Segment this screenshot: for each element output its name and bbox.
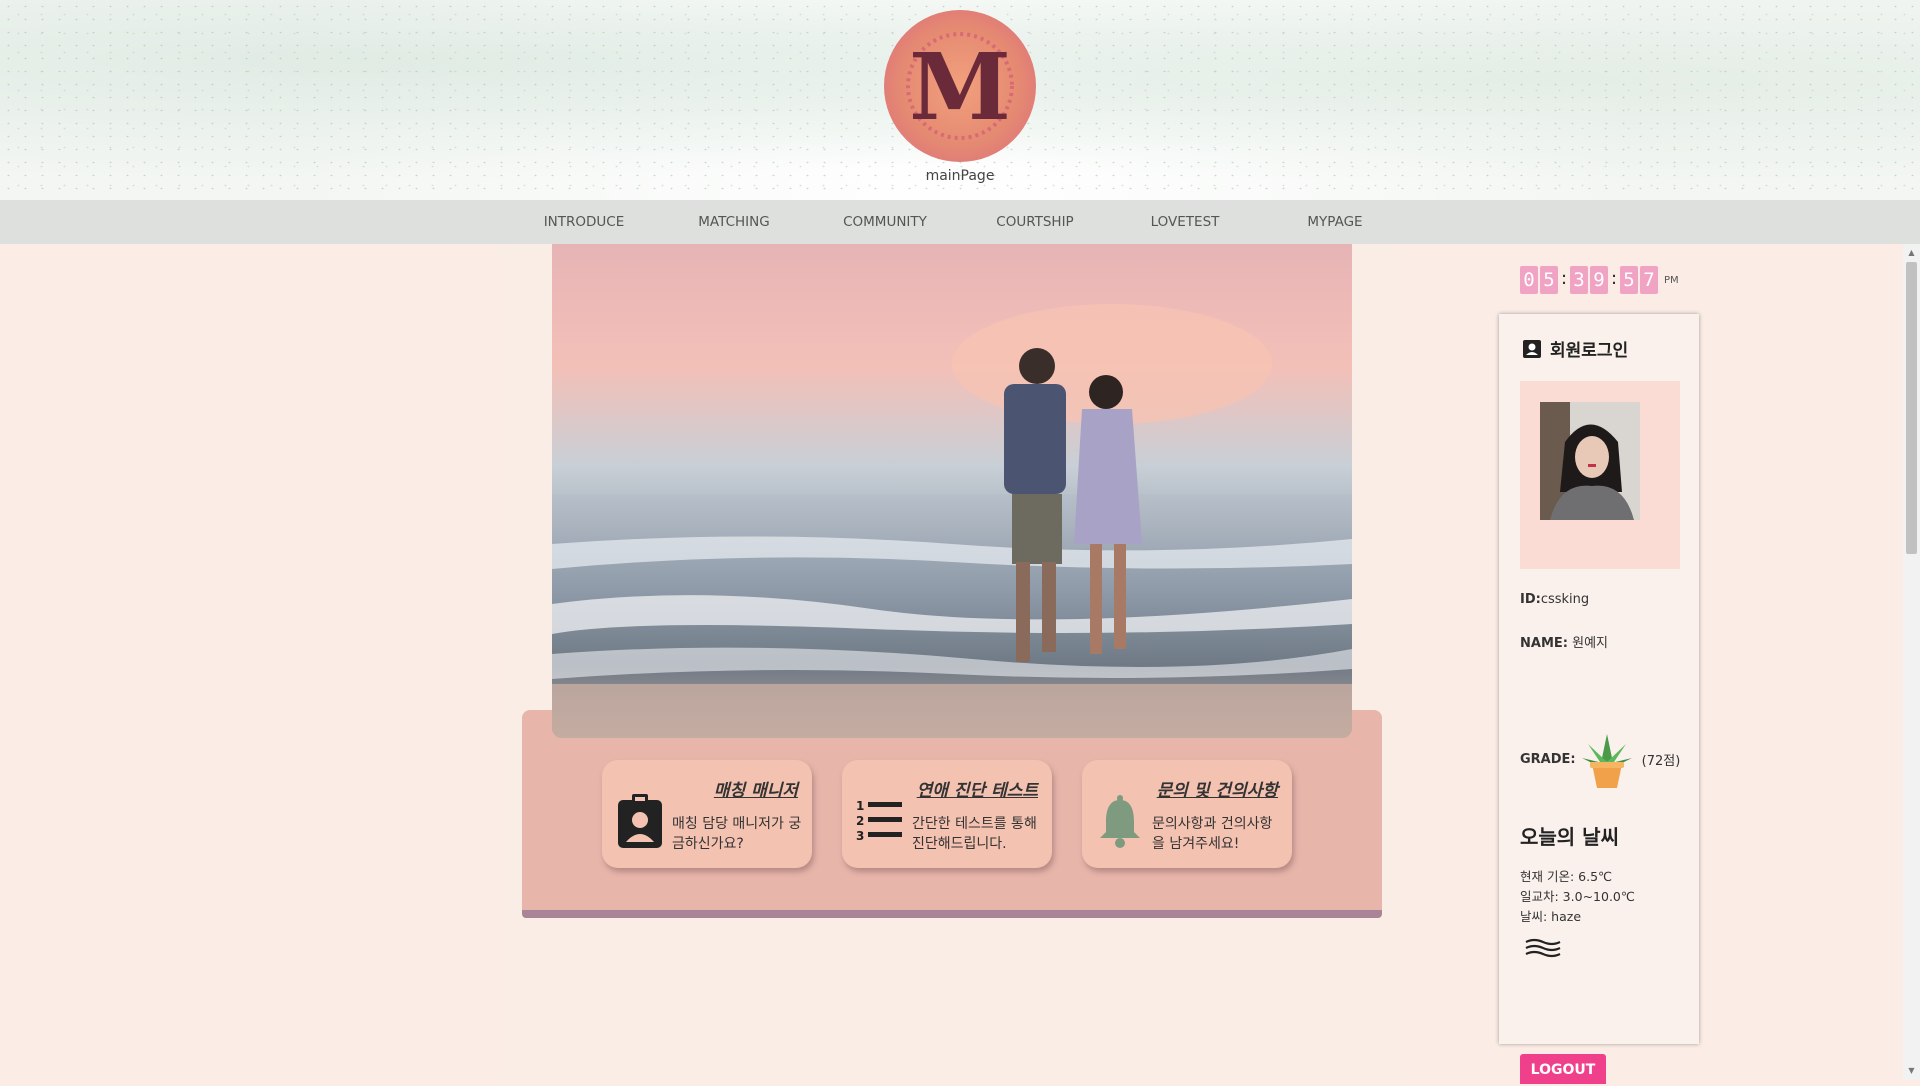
love-test-card[interactable]: 연애 진단 테스트 1 2 3 간단한 테스트를 통해 진단해드립니다. <box>842 760 1052 868</box>
user-name-label: NAME: <box>1520 636 1568 651</box>
numbered-list-icon: 1 2 3 <box>856 799 902 843</box>
clock-separator: : <box>1560 268 1568 289</box>
nav-item-mypage[interactable]: MYPAGE <box>1275 214 1395 230</box>
plant-grade-icon <box>1581 734 1632 788</box>
user-grade: GRADE: (72점) <box>1520 728 1680 790</box>
user-id-value: cssking <box>1540 592 1590 607</box>
scroll-up-arrow-icon[interactable]: ▲ <box>1906 246 1917 260</box>
nav-item-introduce[interactable]: INTRODUCE <box>524 214 644 230</box>
haze-icon <box>1525 938 1561 958</box>
clock-digit: 3 <box>1570 266 1588 294</box>
svg-text:1: 1 <box>856 799 864 813</box>
clock-digit: 0 <box>1520 266 1538 294</box>
digital-clock: 0 5 : 3 9 : 5 7 PM <box>1520 266 1679 294</box>
clock-separator: : <box>1610 268 1618 289</box>
clock-ampm: PM <box>1664 275 1679 286</box>
logo-letter-icon: M <box>906 32 1014 141</box>
user-id: ID:cssking <box>1520 592 1589 607</box>
inquiry-card[interactable]: 문의 및 건의사항 문의사항과 건의사항을 남겨주세요! <box>1082 760 1292 868</box>
svg-text:3: 3 <box>856 829 864 843</box>
card-description: 문의사항과 건의사항을 남겨주세요! <box>1152 816 1273 852</box>
avatar <box>1540 402 1640 520</box>
logo-letter: M <box>909 33 1011 141</box>
manager-badge-icon <box>618 794 662 848</box>
clock-digit: 9 <box>1590 266 1608 294</box>
login-title-text: 회원로그인 <box>1550 341 1629 361</box>
logo-caption: mainPage <box>925 168 995 184</box>
header: M mainPage <box>0 0 1920 200</box>
site-logo[interactable]: M <box>884 10 1036 162</box>
profile-photo <box>1540 402 1640 520</box>
main-navigation: INTRODUCE MATCHING COMMUNITY COURTSHIP L… <box>0 200 1920 244</box>
clock-digit: 5 <box>1620 266 1638 294</box>
contact-card-icon <box>1523 339 1541 358</box>
clock-digit: 7 <box>1640 266 1658 294</box>
nav-item-community[interactable]: COMMUNITY <box>825 214 945 230</box>
card-title: 문의 및 건의사항 <box>1156 781 1278 801</box>
login-title: 회원로그인 <box>1522 336 1628 361</box>
bell-icon <box>1100 795 1140 848</box>
card-title: 매칭 매니저 <box>713 781 798 801</box>
couple-beach-photo <box>552 244 1352 738</box>
user-name-value: 원예지 <box>1572 636 1608 651</box>
svg-text:2: 2 <box>856 814 864 828</box>
card-description: 매칭 담당 매니저가 궁금하신가요? <box>672 816 802 852</box>
scrollbar-thumb[interactable] <box>1906 262 1917 554</box>
clock-digit: 5 <box>1540 266 1558 294</box>
nav-item-matching[interactable]: MATCHING <box>674 214 794 230</box>
card-title: 연애 진단 테스트 <box>916 781 1038 801</box>
user-grade-score: (72점) <box>1641 753 1681 769</box>
weather-range: 일교차: 3.0~10.0℃ <box>1520 889 1635 904</box>
hero-image <box>552 244 1352 738</box>
card-description: 간단한 테스트를 통해 진단해드립니다. <box>912 816 1037 852</box>
user-name: NAME: 원예지 <box>1520 632 1608 651</box>
scroll-down-arrow-icon[interactable]: ▼ <box>1906 1064 1917 1078</box>
matching-manager-card[interactable]: 매칭 매니저 매칭 담당 매니저가 궁금하신가요? <box>602 760 812 868</box>
weather-temperature: 현재 기온: 6.5℃ <box>1520 869 1613 884</box>
weather-title: 오늘의 날씨 <box>1520 825 1619 849</box>
user-id-label: ID: <box>1520 592 1541 607</box>
nav-item-courtship[interactable]: COURTSHIP <box>975 214 1095 230</box>
weather-condition: 날씨: haze <box>1520 909 1582 924</box>
nav-item-lovetest[interactable]: LOVETEST <box>1125 214 1245 230</box>
user-grade-label: GRADE: <box>1520 751 1576 767</box>
